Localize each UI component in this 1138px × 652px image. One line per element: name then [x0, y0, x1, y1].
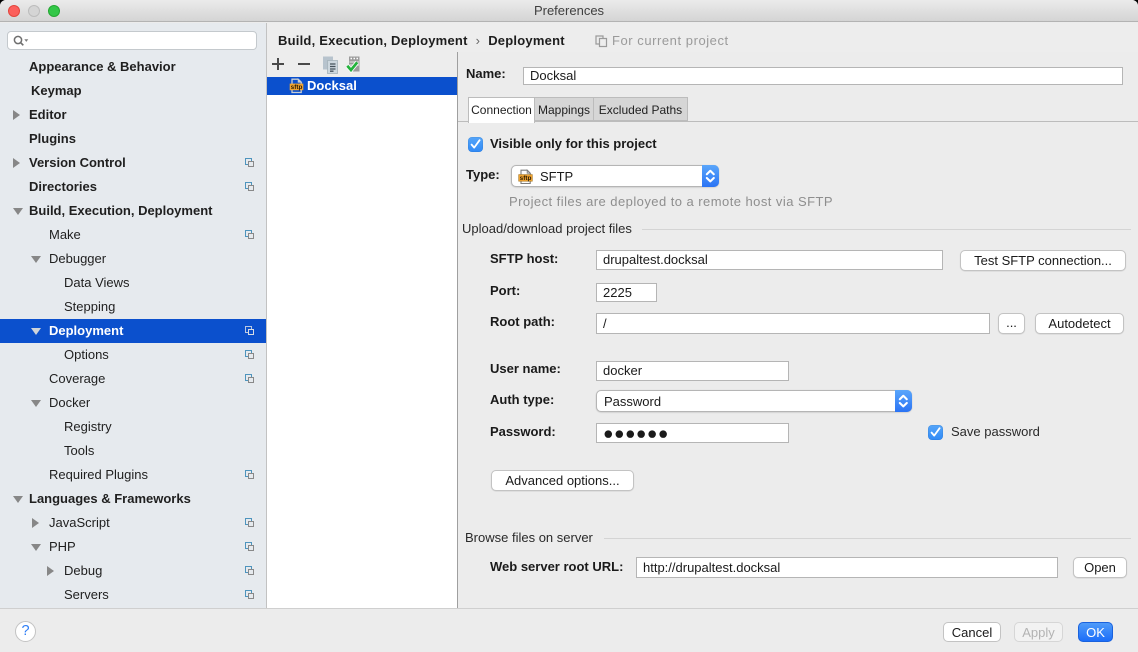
svg-text:sftp: sftp	[520, 175, 532, 182]
svg-text:sftp: sftp	[291, 84, 303, 91]
